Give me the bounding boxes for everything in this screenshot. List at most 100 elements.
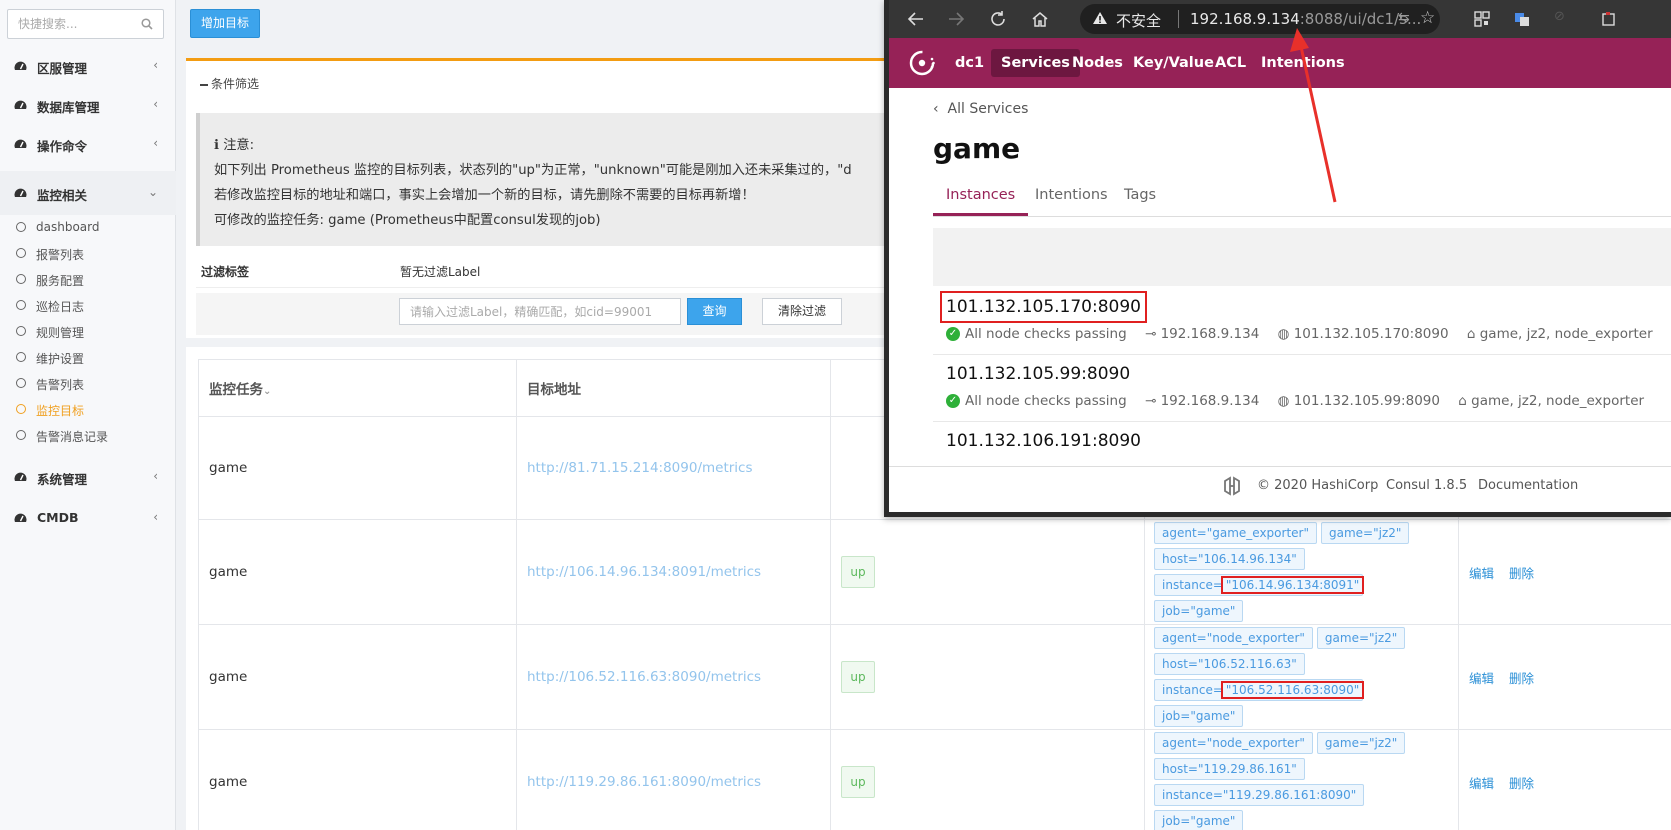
home-icon[interactable] (1031, 10, 1049, 28)
menu-group-server[interactable]: 区服管理 ‹ (0, 46, 176, 86)
sidebar-item-label: dashboard (36, 220, 100, 234)
cell-url[interactable]: http://119.29.86.161:8090/metrics (516, 729, 831, 830)
nav-intentions[interactable]: Intentions (1251, 49, 1355, 77)
filter-input[interactable] (399, 298, 681, 325)
qr-code-icon[interactable] (1474, 11, 1490, 27)
clear-filter-button[interactable]: 清除过滤 (762, 298, 842, 325)
menu-group-cmdb[interactable]: CMDB ‹ (0, 498, 176, 538)
instance-tags: game, jz2, node_exporter (1479, 326, 1653, 342)
reload-icon[interactable] (989, 10, 1007, 28)
column-header-job[interactable]: 监控任务⌄ (198, 359, 517, 417)
globe-icon: ◍ (1277, 326, 1290, 342)
notice-title-text: 注意: (223, 138, 255, 153)
bookmark-star-icon[interactable]: ☆ (1420, 8, 1435, 28)
status-badge: up (841, 766, 875, 798)
dashboard-icon (14, 100, 27, 109)
edit-link[interactable]: 编辑 (1469, 566, 1494, 581)
search-box[interactable] (7, 9, 164, 39)
cell-status: up (830, 729, 1145, 830)
delete-link[interactable]: 删除 (1509, 566, 1534, 581)
dashboard-icon (14, 139, 27, 148)
cell-url[interactable]: http://81.71.15.214:8090/metrics (516, 416, 831, 520)
menu-group-system[interactable]: 系统管理 ‹ (0, 457, 176, 497)
chevron-left-icon: ‹ (153, 469, 158, 483)
extension-puzzle-icon[interactable] (1601, 11, 1617, 27)
menu-group-monitoring[interactable]: 监控相关 ⌄ (0, 171, 176, 215)
chevron-left-icon: ‹ (153, 97, 158, 111)
sidebar-item-dashboard[interactable]: dashboard (0, 214, 176, 240)
all-services-link[interactable]: ‹ All Services (933, 101, 1028, 117)
menu-group-label: 操作命令 (37, 139, 88, 154)
filter-input-row: 查询 清除过滤 (196, 293, 886, 335)
menu-group-commands[interactable]: 操作命令 ‹ (0, 124, 176, 164)
instance-address-title[interactable]: 101.132.105.99:8090 (946, 364, 1130, 384)
tab-intentions[interactable]: Intentions (1035, 182, 1108, 216)
cell-status: up (830, 624, 1145, 730)
instance-address-highlighted[interactable]: 101.132.105.170:8090 (940, 291, 1147, 323)
sidebar-item-service-config[interactable]: 服务配置 (0, 266, 176, 292)
label-tag: job="game" (1154, 600, 1244, 622)
info-icon: ℹ (214, 138, 220, 153)
all-services-label: All Services (947, 101, 1029, 117)
edit-link[interactable]: 编辑 (1469, 776, 1494, 791)
chevron-left-icon: ‹ (933, 101, 939, 117)
consul-logo-icon[interactable] (907, 48, 937, 78)
table-row: game http://106.14.96.134:8091/metrics u… (198, 519, 1671, 625)
browser-window: 不安全 192.168.9.134:8088/ui/dc1/s... ⇆ ☆ ⊘… (884, 0, 1671, 517)
footer-version[interactable]: Consul 1.8.5 (1386, 478, 1467, 493)
label-tag: agent="node_exporter" (1154, 732, 1313, 754)
instance-item[interactable]: 101.132.106.191:8090 (933, 422, 1671, 468)
sidebar-item-monitor-targets[interactable]: 监控目标 (0, 396, 176, 422)
edit-link[interactable]: 编辑 (1469, 671, 1494, 686)
translate-icon[interactable]: ⇆ (1398, 10, 1410, 26)
column-header-target: 目标地址 (516, 359, 831, 417)
globe-icon: ◍ (1277, 393, 1290, 409)
add-target-button[interactable]: 增加目标 (190, 9, 260, 38)
instance-address-title[interactable]: 101.132.106.191:8090 (946, 431, 1141, 451)
menu-group-label: 监控相关 (37, 188, 88, 203)
back-arrow-icon[interactable] (907, 10, 925, 28)
tab-instances[interactable]: Instances (933, 182, 1029, 216)
sidebar-item-inspection-log[interactable]: 巡检日志 (0, 292, 176, 318)
translate-extension-icon[interactable] (1514, 11, 1530, 27)
forward-arrow-icon[interactable] (947, 10, 965, 28)
instance-item[interactable]: 101.132.105.99:8090 ✓ All node checks pas… (933, 355, 1671, 422)
sidebar-item-alert-list[interactable]: 告警列表 (0, 370, 176, 396)
url-text: 192.168.9.134:8088/ui/dc1/s... (1190, 10, 1421, 28)
delete-link[interactable]: 删除 (1509, 671, 1534, 686)
sidebar-item-label: 巡检日志 (36, 300, 85, 314)
delete-link[interactable]: 删除 (1509, 776, 1534, 791)
cell-url[interactable]: http://106.52.116.63:8090/metrics (516, 624, 831, 730)
extension-icon[interactable]: ⊘ (1554, 9, 1565, 24)
notice-line: 如下列出 Prometheus 监控的目标列表，状态列的"up"为正常，"unk… (214, 163, 852, 178)
instance-search-bar[interactable] (933, 228, 1671, 286)
filter-title[interactable]: 条件筛选 (200, 75, 259, 92)
collapse-icon (200, 83, 208, 86)
label-tag: agent="node_exporter" (1154, 627, 1313, 649)
instance-item[interactable]: 101.132.105.170:8090 ✓ All node checks pa… (933, 288, 1671, 355)
circle-icon (16, 300, 26, 310)
label-tag-highlighted: "106.52.116.63:8090" (1220, 681, 1365, 699)
tab-tags[interactable]: Tags (1124, 182, 1156, 216)
sidebar-item-alert-messages[interactable]: 告警消息记录 (0, 422, 176, 448)
sidebar-item-rules[interactable]: 规则管理 (0, 318, 176, 344)
cell-job: game (198, 519, 517, 625)
sidebar-item-alarm-list[interactable]: 报警列表 (0, 240, 176, 266)
search-icon[interactable] (141, 18, 153, 30)
service-title: game (933, 132, 1021, 165)
query-button[interactable]: 查询 (687, 298, 742, 325)
footer-documentation-link[interactable]: Documentation (1478, 478, 1578, 493)
nav-acl[interactable]: ACL (1205, 49, 1256, 77)
search-input[interactable] (18, 16, 133, 32)
instance-address: 101.132.105.170:8090 (1293, 326, 1449, 342)
menu-group-database[interactable]: 数据库管理 ‹ (0, 85, 176, 125)
nav-datacenter[interactable]: dc1 (945, 49, 994, 77)
cell-url[interactable]: http://106.14.96.134:8091/metrics (516, 519, 831, 625)
address-bar[interactable]: 不安全 192.168.9.134:8088/ui/dc1/s... ⇆ ☆ (1080, 4, 1440, 34)
label-tag: game="jz2" (1316, 627, 1406, 649)
sidebar-item-maintenance[interactable]: 维护设置 (0, 344, 176, 370)
filter-title-text: 条件筛选 (211, 77, 260, 91)
node-icon: ⊸ (1144, 326, 1157, 342)
cell-actions: 编辑 删除 (1458, 519, 1671, 625)
filter-card: 条件筛选 ℹ 注意: 如下列出 Prometheus 监控的目标列表，状态列的"… (186, 58, 886, 338)
